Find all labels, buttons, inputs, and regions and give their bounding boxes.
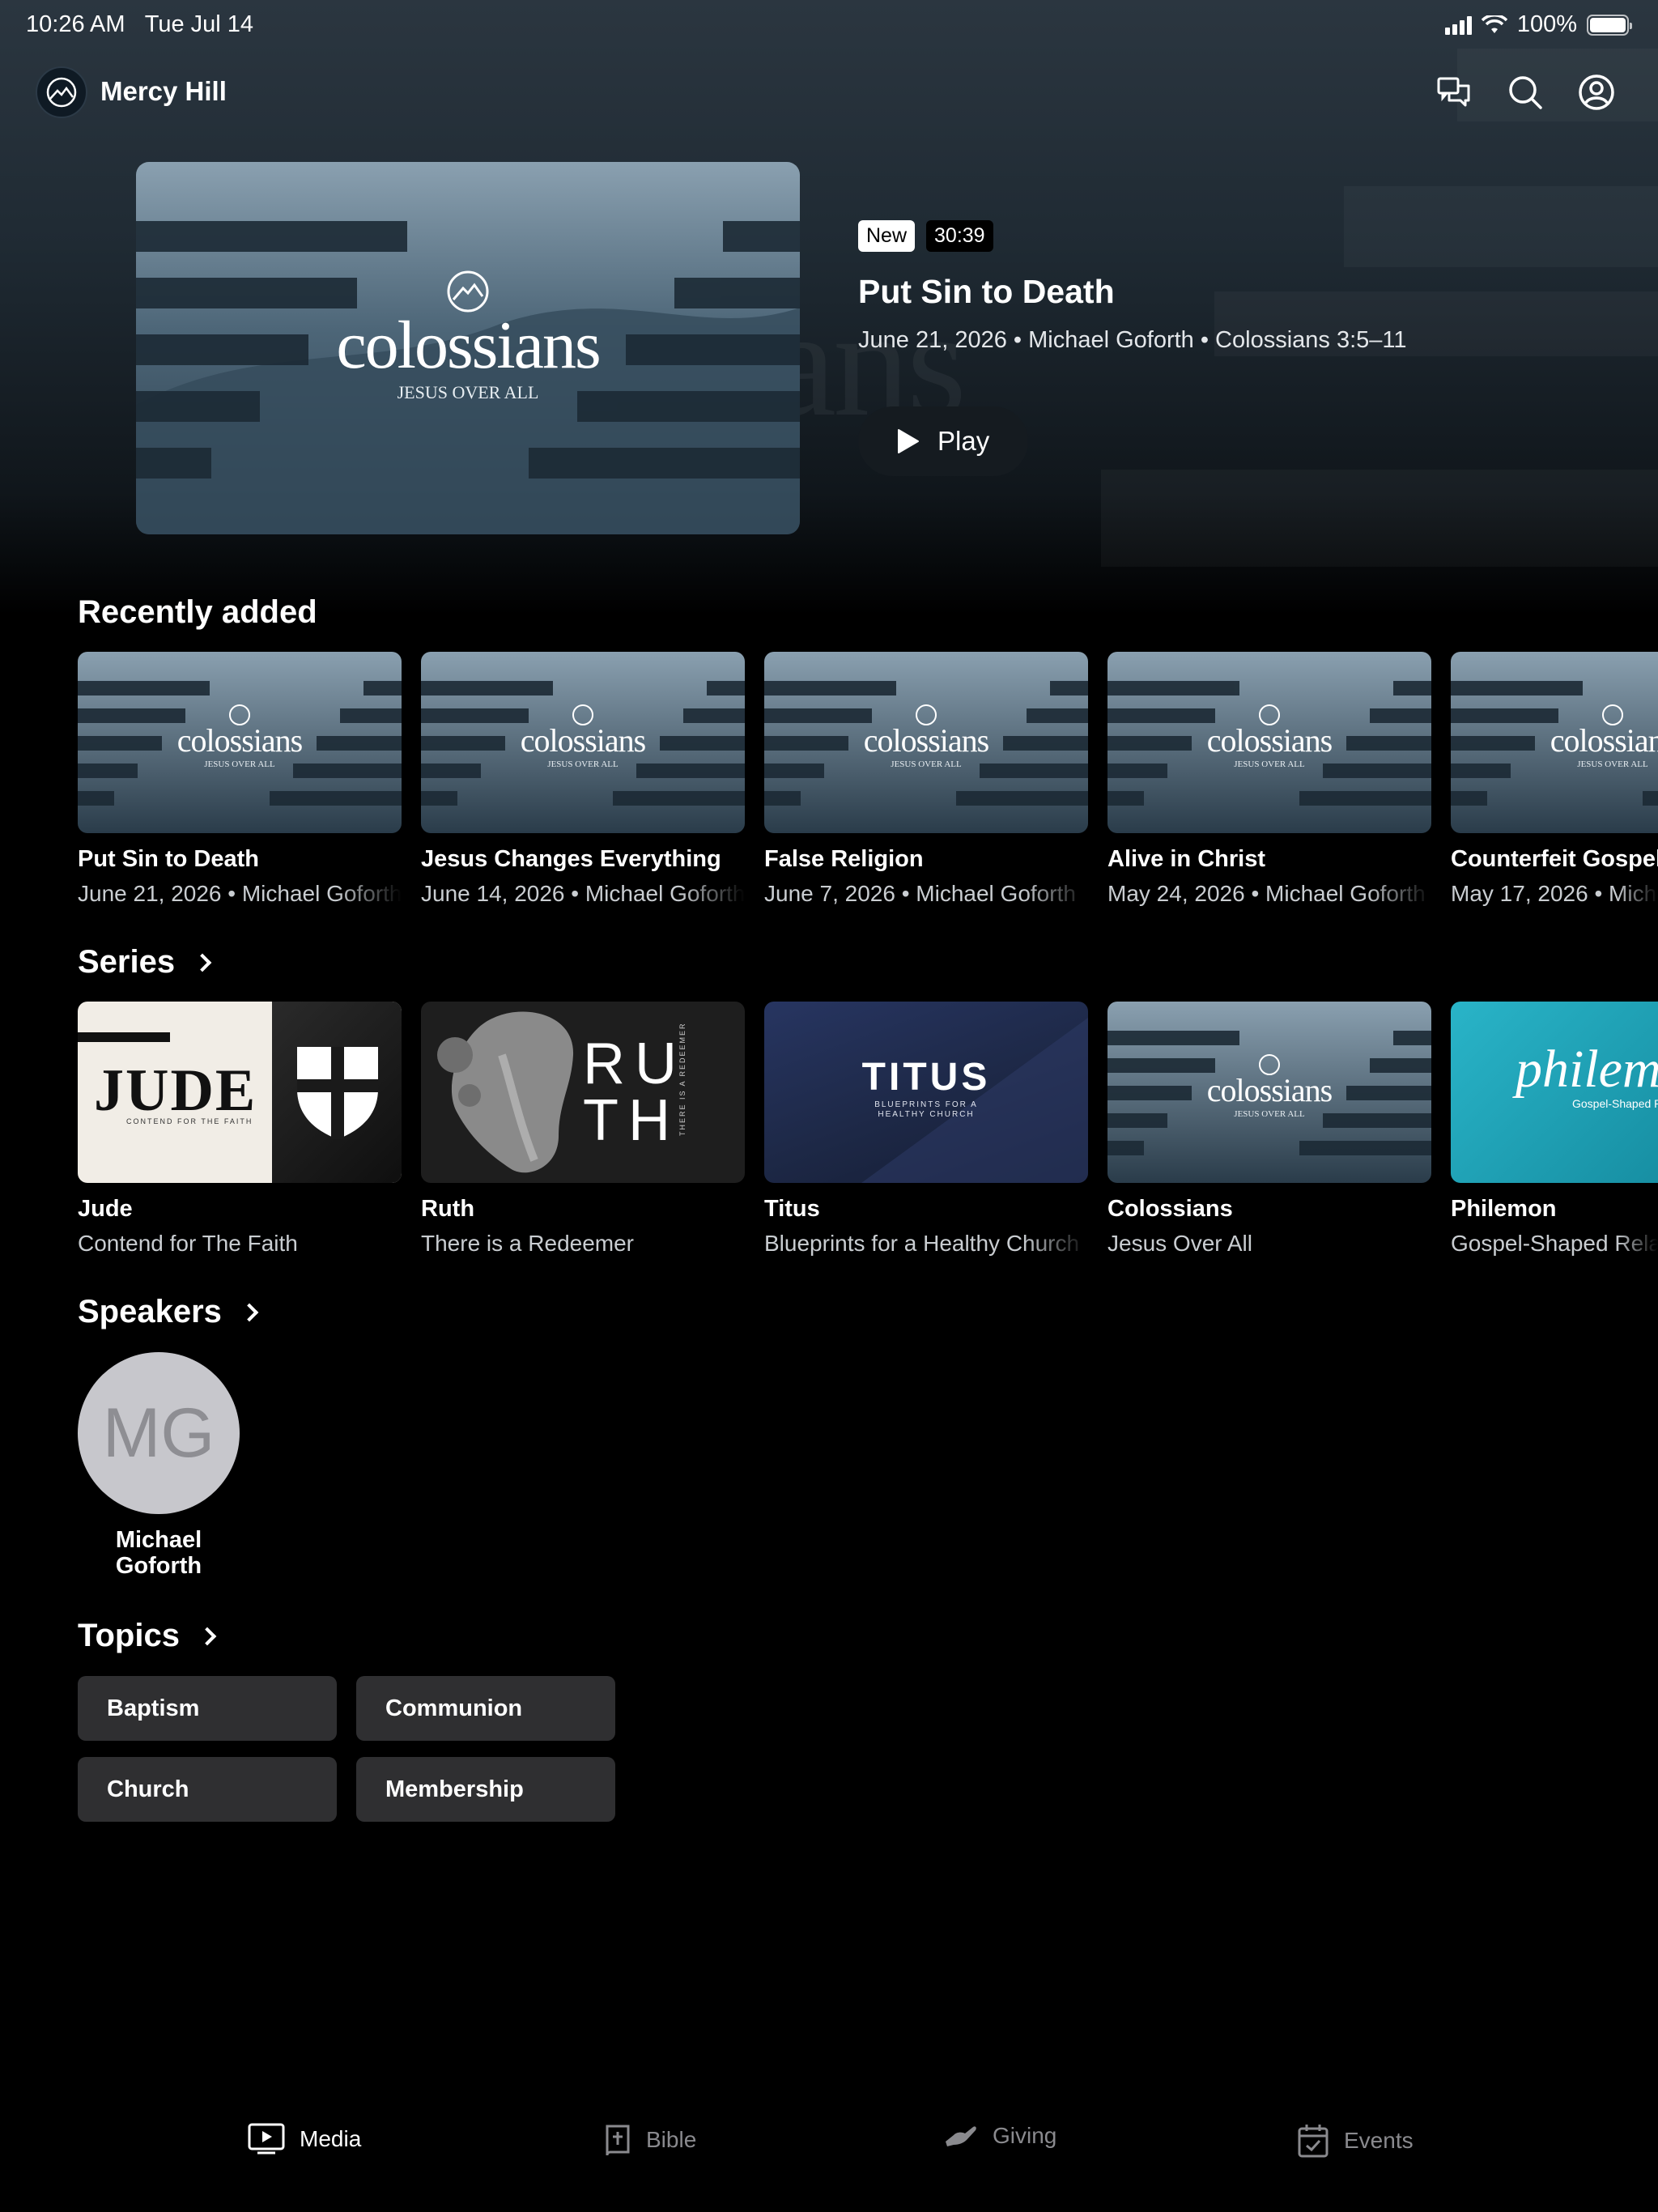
account-icon[interactable] xyxy=(1575,71,1618,113)
recently-added-heading: Recently added xyxy=(78,594,317,630)
series-subtitle: Jesus Over All xyxy=(1107,1231,1252,1256)
giving-hand-icon xyxy=(946,2126,976,2146)
series-art-ruth: RU TH THERE IS A REDEEMER xyxy=(421,1002,745,1183)
duration-badge: 30:39 xyxy=(926,220,993,252)
recent-card-title: Put Sin to Death xyxy=(78,846,259,872)
series-title: Colossians xyxy=(1107,1196,1233,1222)
calendar-check-icon xyxy=(1298,2125,1329,2158)
messages-icon[interactable] xyxy=(1433,71,1475,113)
church-logo-icon[interactable] xyxy=(36,66,87,118)
recent-card[interactable]: colossiansJESUS OVER ALL Counterfeit Gosp… xyxy=(1451,652,1658,907)
tv-play-icon xyxy=(248,2123,285,2155)
speaker-item[interactable]: MG Michael Goforth xyxy=(78,1352,240,1579)
status-indicators: 100% xyxy=(1444,11,1632,38)
recent-card-subtitle: June 7, 2026 • Michael Goforth xyxy=(764,881,1076,906)
topic-chip[interactable]: Membership xyxy=(356,1757,615,1822)
series-art-philemon: philemon Gospel-Shaped Re xyxy=(1451,1002,1658,1183)
recent-card[interactable]: colossians JESUS OVER ALL Jesus Changes Ev… xyxy=(421,652,745,907)
series-subtitle: Gospel-Shaped Relationships xyxy=(1451,1231,1658,1256)
topic-chip[interactable]: Baptism xyxy=(78,1676,337,1741)
topic-chip[interactable]: Church xyxy=(78,1757,337,1822)
recent-card[interactable]: colossians JESUS OVER ALL Alive in Christ M… xyxy=(1107,652,1431,907)
featured-art-subtitle: JESUS OVER ALL xyxy=(397,382,539,402)
featured-title: Put Sin to Death xyxy=(858,273,1115,310)
series-card-titus[interactable]: TITUS BLUEPRINTS FOR A HEALTHY CHURCH Ti… xyxy=(764,1002,1088,1257)
recent-card-subtitle: May 24, 2026 • Michael Goforth xyxy=(1107,881,1426,906)
status-bar: 10:26 AM Tue Jul 14 100% xyxy=(0,0,1658,52)
series-art-titus: TITUS BLUEPRINTS FOR A HEALTHY CHURCH xyxy=(764,1002,1088,1183)
recent-card-subtitle: June 14, 2026 • Michael Goforth xyxy=(421,881,745,906)
series-title: Jude xyxy=(78,1196,133,1222)
recent-card[interactable]: colossians JESUS OVER ALL False Religion Ju… xyxy=(764,652,1088,907)
series-heading[interactable]: Series xyxy=(78,944,212,981)
bible-icon xyxy=(606,2125,630,2156)
recent-card-title: Jesus Changes Everything xyxy=(421,846,721,872)
series-card-ruth[interactable]: RU TH THERE IS A REDEEMER Ruth There is … xyxy=(421,1002,745,1257)
search-icon[interactable] xyxy=(1504,71,1546,113)
topic-chip[interactable]: Communion xyxy=(356,1676,615,1741)
recent-card-title: Counterfeit Gospel xyxy=(1451,846,1658,872)
featured-artwork[interactable]: colossians JESUS OVER ALL xyxy=(136,162,800,534)
status-time: 10:26 AM Tue Jul 14 xyxy=(26,11,254,37)
featured-meta: June 21, 2026 • Michael Goforth • Coloss… xyxy=(858,327,1407,353)
top-navigation: Mercy Hill xyxy=(0,57,1658,130)
speakers-heading[interactable]: Speakers xyxy=(78,1294,259,1330)
series-card-jude[interactable]: JUDE CONTEND FOR THE FAITH Jude Contend … xyxy=(78,1002,402,1257)
recent-card-title: Alive in Christ xyxy=(1107,846,1265,872)
tab-bar: Media Bible Giving Events xyxy=(0,2097,1658,2186)
series-art-colossians: colossians JESUS OVER ALL xyxy=(1107,1002,1431,1183)
featured-info: New 30:39 Put Sin to Death June 21, 2026… xyxy=(858,220,1407,354)
tab-media[interactable]: Media xyxy=(248,2123,361,2155)
tab-bible[interactable]: Bible xyxy=(604,2123,696,2157)
series-art-jude: JUDE CONTEND FOR THE FAITH xyxy=(78,1002,402,1183)
chevron-right-icon xyxy=(198,1627,217,1645)
recent-card-subtitle: May 17, 2026 • Michael Goforth xyxy=(1451,881,1658,906)
recent-card-artwork: colossiansJESUS OVER ALL xyxy=(78,652,402,833)
series-card-colossians[interactable]: colossians JESUS OVER ALL Colossians Jes… xyxy=(1107,1002,1431,1257)
chevron-right-icon xyxy=(240,1303,259,1321)
play-button[interactable]: Play xyxy=(858,406,1028,476)
topics-heading[interactable]: Topics xyxy=(78,1618,217,1654)
battery-icon xyxy=(1587,14,1632,36)
recent-card-artwork: colossiansJESUS OVER ALL xyxy=(421,652,745,833)
cellular-icon xyxy=(1444,15,1472,35)
recent-card-artwork: colossiansJESUS OVER ALL xyxy=(1451,652,1658,833)
recent-card-title: False Religion xyxy=(764,846,924,872)
series-title: Titus xyxy=(764,1196,820,1222)
play-icon xyxy=(898,429,919,453)
recent-card-subtitle: June 21, 2026 • Michael Goforth xyxy=(78,881,402,906)
tab-events[interactable]: Events xyxy=(1297,2123,1414,2159)
series-card-philemon[interactable]: philemon Gospel-Shaped Re Philemon Gospe… xyxy=(1451,1002,1658,1257)
recent-card-artwork: colossiansJESUS OVER ALL xyxy=(764,652,1088,833)
chevron-right-icon xyxy=(193,953,212,972)
recent-card-artwork: colossiansJESUS OVER ALL xyxy=(1107,652,1431,833)
series-title: Philemon xyxy=(1451,1196,1557,1222)
recent-card[interactable]: colossians JESUS OVER ALL Put Sin to Death… xyxy=(78,652,402,907)
series-subtitle: Blueprints for a Healthy Church xyxy=(764,1231,1080,1256)
new-badge: New xyxy=(858,220,916,252)
series-title: Ruth xyxy=(421,1196,475,1222)
battery-percent: 100% xyxy=(1516,11,1577,37)
play-label: Play xyxy=(937,426,990,456)
series-subtitle: Contend for The Faith xyxy=(78,1231,298,1256)
featured-art-title: colossians xyxy=(336,308,601,383)
app-name: Mercy Hill xyxy=(100,76,227,106)
speaker-avatar: MG xyxy=(78,1352,240,1514)
speaker-name: Michael Goforth xyxy=(115,1527,202,1579)
tab-giving[interactable]: Giving xyxy=(944,2123,1056,2149)
series-subtitle: There is a Redeemer xyxy=(421,1231,635,1256)
wifi-icon xyxy=(1481,15,1507,33)
